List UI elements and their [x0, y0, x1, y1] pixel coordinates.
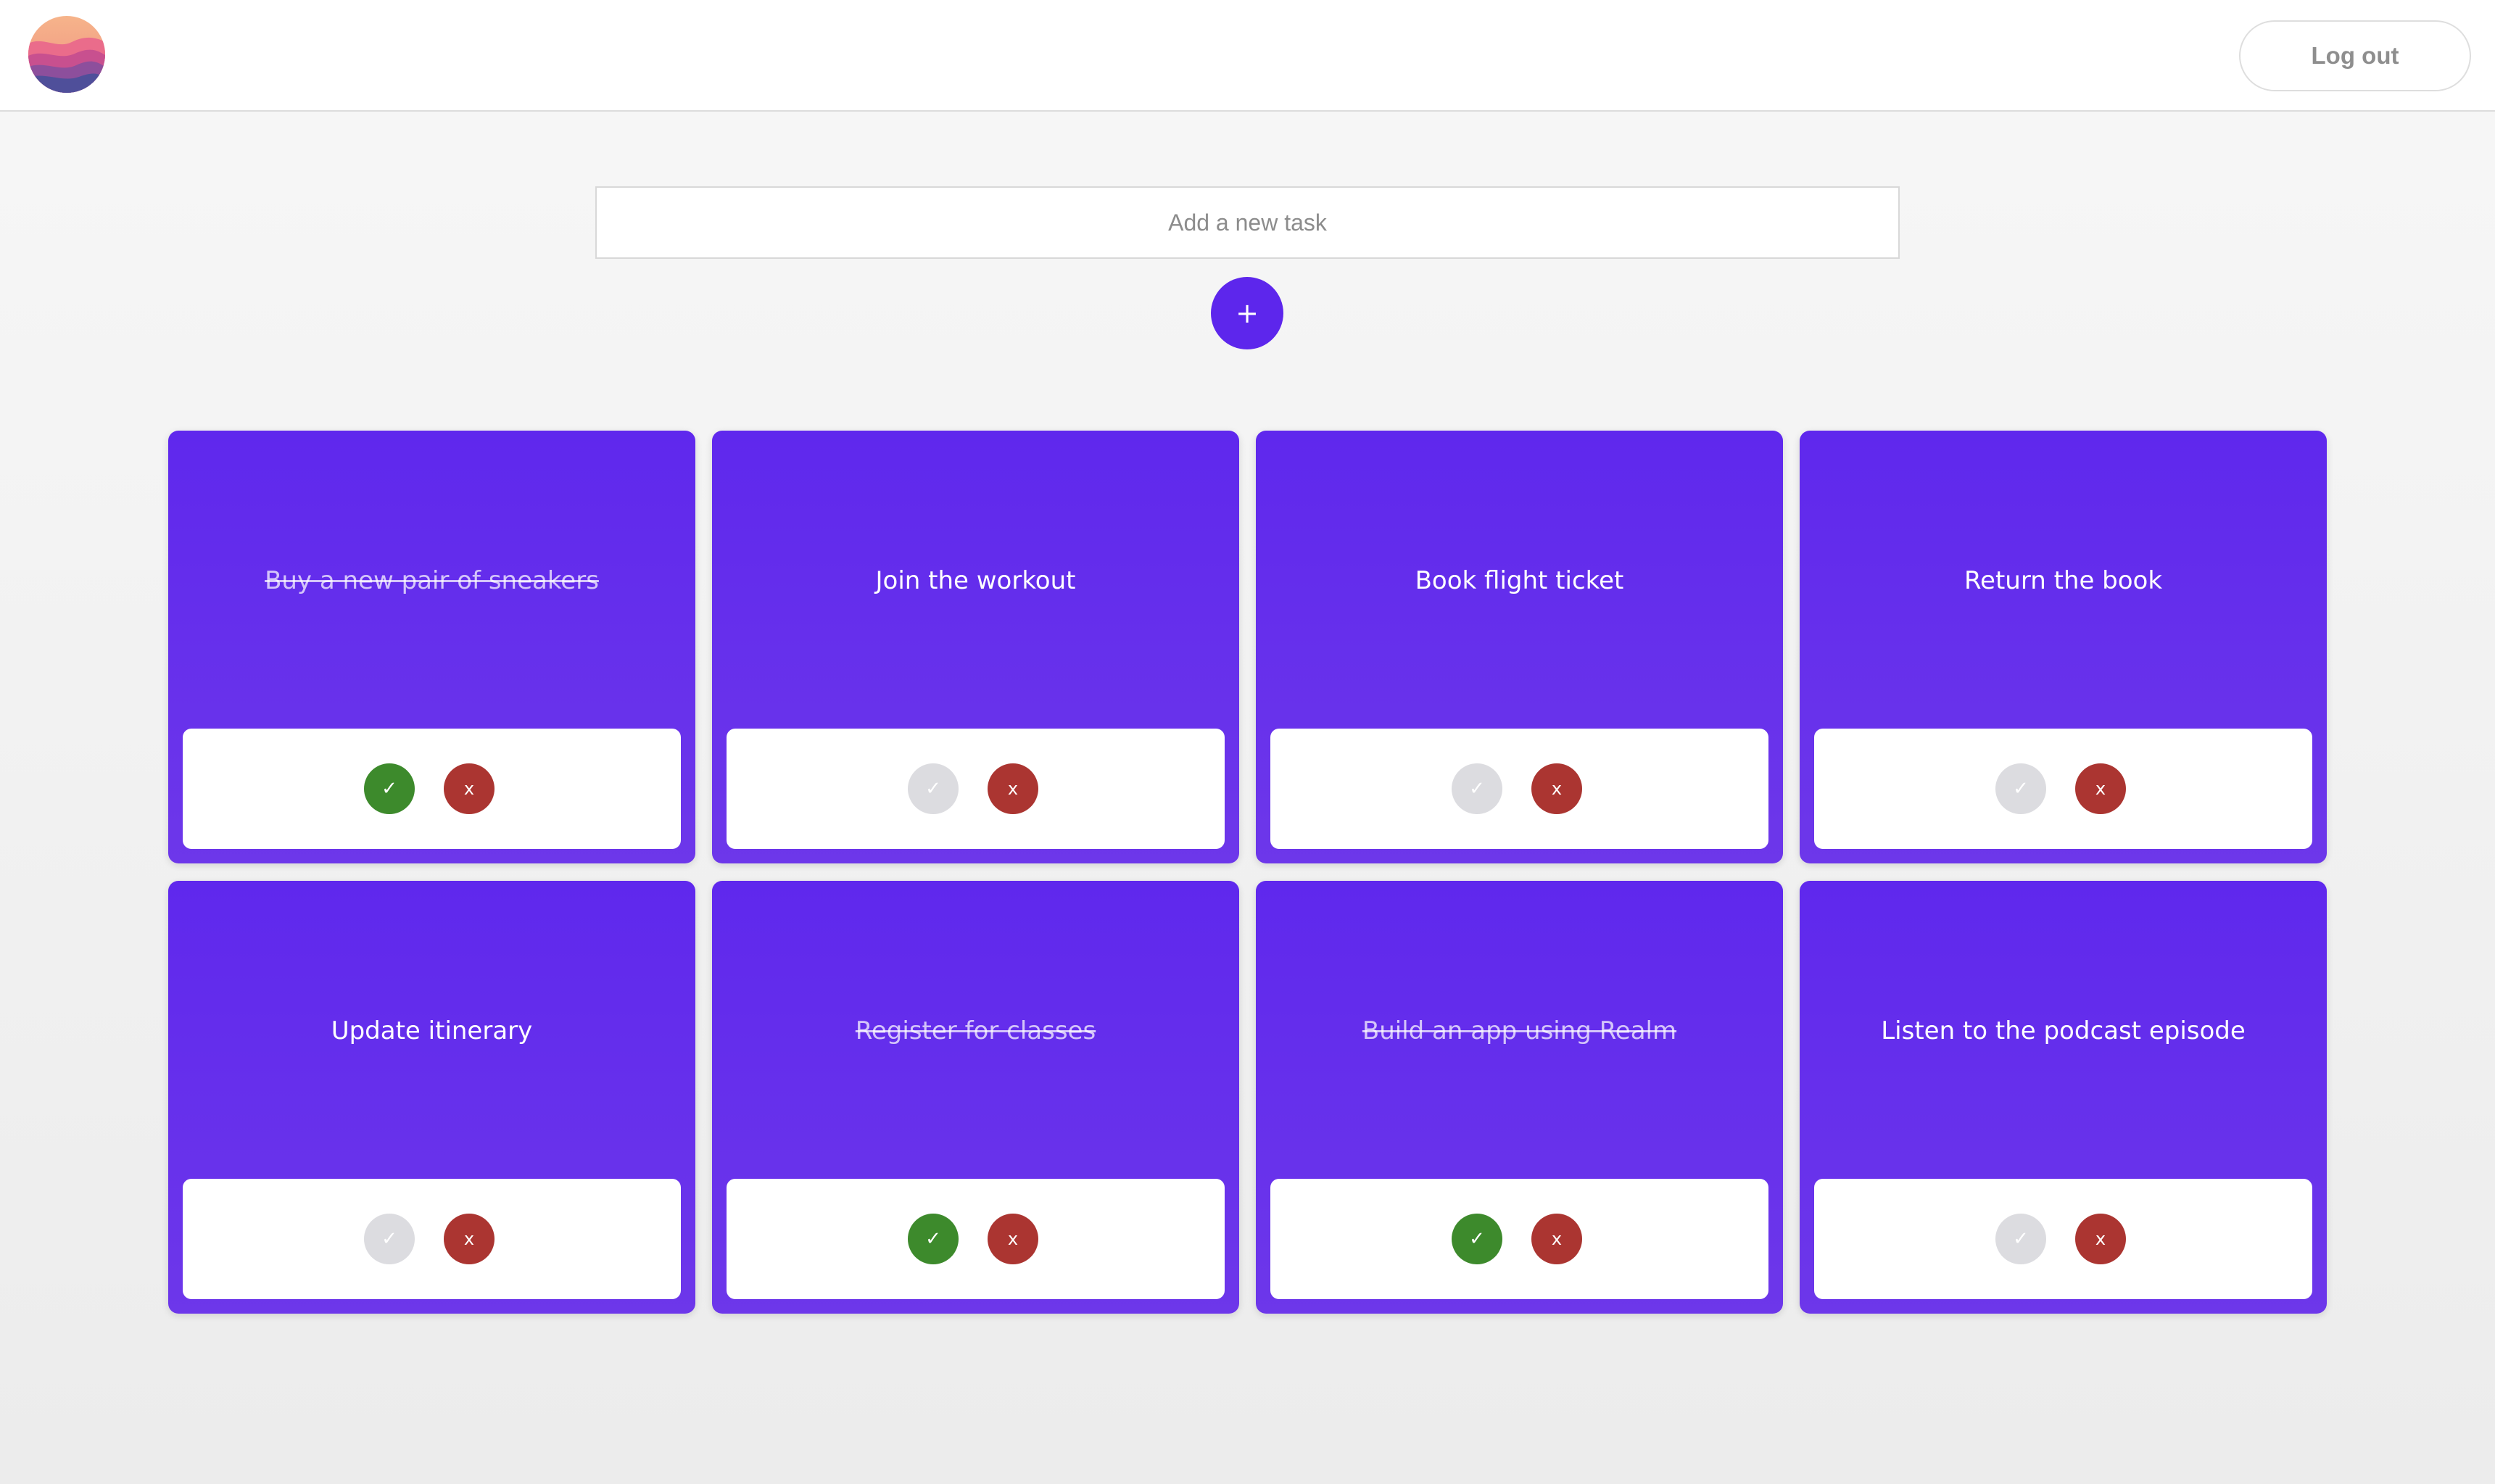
task-title: Join the workout — [875, 566, 1076, 595]
check-icon[interactable]: ✓ — [1452, 1214, 1502, 1264]
task-actions: ✓ x — [1270, 1179, 1768, 1299]
new-task-input[interactable] — [595, 186, 1900, 259]
delete-icon[interactable]: x — [988, 763, 1038, 814]
delete-icon[interactable]: x — [444, 763, 495, 814]
task-title: Book flight ticket — [1415, 566, 1624, 595]
task-actions: ✓ x — [1814, 1179, 2312, 1299]
task-card: Join the workout ✓ x — [712, 431, 1239, 863]
task-card: Update itinerary ✓ x — [168, 881, 695, 1314]
task-card: Buy a new pair of sneakers ✓ x — [168, 431, 695, 863]
task-title: Return the book — [1964, 566, 2163, 595]
task-title: Register for classes — [855, 1016, 1096, 1045]
delete-icon[interactable]: x — [1531, 763, 1582, 814]
check-icon[interactable]: ✓ — [908, 1214, 959, 1264]
task-grid: Buy a new pair of sneakers ✓ x Join the … — [168, 431, 2327, 1314]
check-icon[interactable]: ✓ — [1995, 1214, 2046, 1264]
task-actions: ✓ x — [1270, 729, 1768, 849]
add-task-button[interactable]: + — [1211, 277, 1283, 349]
delete-icon[interactable]: x — [2075, 1214, 2126, 1264]
check-icon[interactable]: ✓ — [1452, 763, 1502, 814]
task-card: Return the book ✓ x — [1800, 431, 2327, 863]
delete-icon[interactable]: x — [444, 1214, 495, 1264]
task-card: Build an app using Realm ✓ x — [1256, 881, 1783, 1314]
task-title: Update itinerary — [331, 1016, 533, 1045]
realm-logo-icon — [28, 16, 105, 93]
delete-icon[interactable]: x — [2075, 763, 2126, 814]
task-card: Book flight ticket ✓ x — [1256, 431, 1783, 863]
app-header: Log out — [0, 0, 2495, 112]
task-title: Build an app using Realm — [1362, 1016, 1677, 1045]
task-title: Buy a new pair of sneakers — [265, 566, 599, 595]
task-actions: ✓ x — [183, 729, 681, 849]
task-actions: ✓ x — [727, 1179, 1225, 1299]
task-card: Listen to the podcast episode ✓ x — [1800, 881, 2327, 1314]
task-title: Listen to the podcast episode — [1881, 1016, 2246, 1045]
task-actions: ✓ x — [1814, 729, 2312, 849]
check-icon[interactable]: ✓ — [908, 763, 959, 814]
delete-icon[interactable]: x — [988, 1214, 1038, 1264]
task-actions: ✓ x — [183, 1179, 681, 1299]
task-card: Register for classes ✓ x — [712, 881, 1239, 1314]
check-icon[interactable]: ✓ — [1995, 763, 2046, 814]
check-icon[interactable]: ✓ — [364, 1214, 415, 1264]
task-actions: ✓ x — [727, 729, 1225, 849]
delete-icon[interactable]: x — [1531, 1214, 1582, 1264]
logout-button[interactable]: Log out — [2239, 20, 2471, 91]
check-icon[interactable]: ✓ — [364, 763, 415, 814]
